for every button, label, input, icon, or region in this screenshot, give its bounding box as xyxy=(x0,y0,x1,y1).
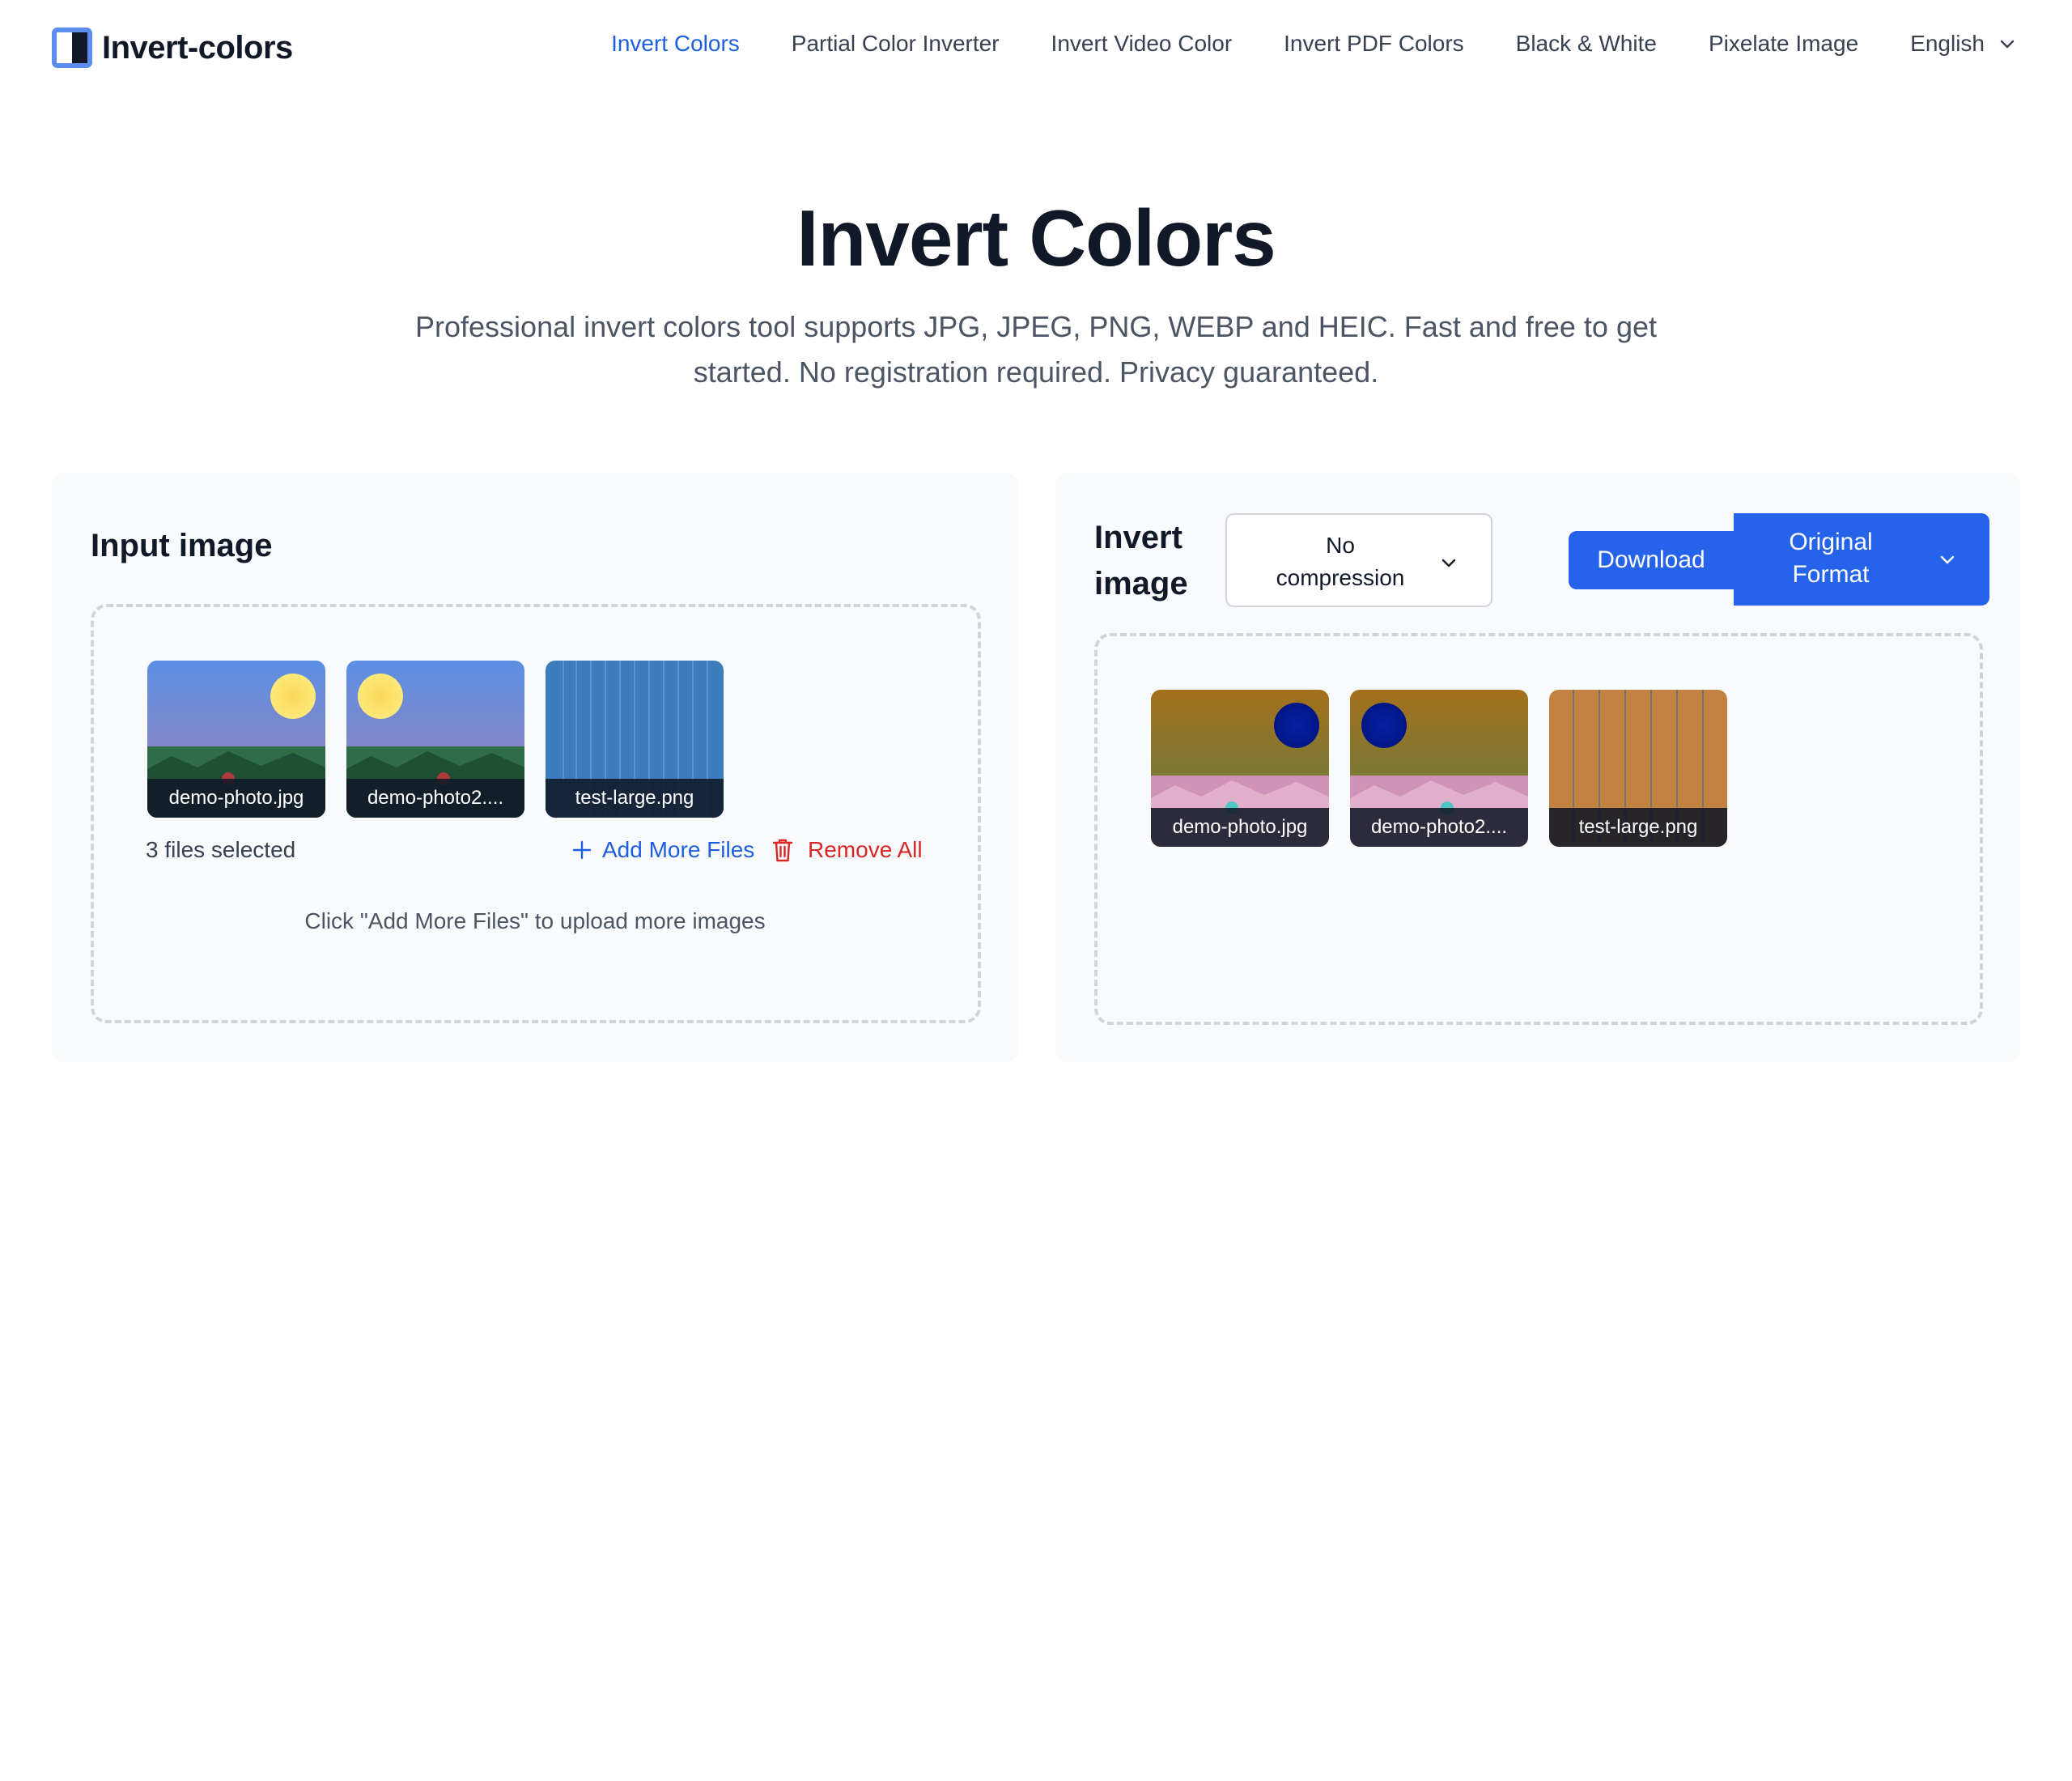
output-thumbnail[interactable]: demo-photo2.... xyxy=(1350,690,1528,847)
remove-all-button[interactable]: Remove All xyxy=(771,835,923,865)
nav-partial-color-inverter[interactable]: Partial Color Inverter xyxy=(792,31,1000,57)
plus-icon xyxy=(572,840,592,860)
output-panel-title-line1: Invert xyxy=(1094,520,1182,555)
trash-icon xyxy=(772,839,793,862)
nav-invert-pdf-colors[interactable]: Invert PDF Colors xyxy=(1284,31,1464,57)
chevron-down-icon xyxy=(2000,40,2015,49)
nav-invert-video-color[interactable]: Invert Video Color xyxy=(1051,31,1233,57)
logo[interactable]: Invert-colors xyxy=(52,28,293,68)
compression-select[interactable]: No compression xyxy=(1225,513,1492,607)
output-panel-title: Invert image xyxy=(1094,515,1188,607)
language-label: English xyxy=(1910,31,1985,56)
input-thumbnail[interactable]: demo-photo2.... xyxy=(346,661,524,818)
nav-pixelate-image[interactable]: Pixelate Image xyxy=(1709,31,1858,57)
page-subtitle: Professional invert colors tool supports… xyxy=(415,310,1657,389)
thumbnail-filename: demo-photo2.... xyxy=(346,779,524,818)
nav-black-and-white[interactable]: Black & White xyxy=(1516,31,1657,57)
add-more-files-button[interactable]: Add More Files xyxy=(571,835,754,865)
output-panel-title-line2: image xyxy=(1094,566,1188,601)
chevron-down-icon xyxy=(1940,555,1955,564)
input-thumbnail[interactable]: demo-photo.jpg xyxy=(147,661,325,818)
format-value-line1: Original xyxy=(1789,529,1873,555)
format-select[interactable]: Original Format xyxy=(1734,513,1989,606)
format-value: Original Format xyxy=(1774,526,1887,591)
half-filled-square-icon xyxy=(52,28,92,68)
thumbnail-filename: test-large.png xyxy=(546,779,724,818)
thumbnail-filename: demo-photo.jpg xyxy=(1151,808,1329,847)
logo-text: Invert-colors xyxy=(102,29,293,66)
thumbnail-filename: demo-photo.jpg xyxy=(147,779,325,818)
download-button[interactable]: Download xyxy=(1569,531,1734,589)
chevron-down-icon xyxy=(1441,559,1456,567)
compression-value-line2: compression xyxy=(1276,565,1405,590)
page-title: Invert Colors xyxy=(796,193,1276,283)
upload-hint: Click "Add More Files" to upload more im… xyxy=(304,908,766,933)
format-value-line2: Format xyxy=(1792,561,1870,588)
output-thumbnail[interactable]: demo-photo.jpg xyxy=(1151,690,1329,847)
site-header: Invert-colors Invert Colors Partial Colo… xyxy=(0,0,2072,97)
language-selector[interactable]: English xyxy=(1910,31,2017,57)
files-selected-count: 3 files selected xyxy=(146,837,296,862)
input-panel-title: Input image xyxy=(91,528,273,563)
nav-invert-colors[interactable]: Invert Colors xyxy=(611,31,740,57)
thumbnail-filename: demo-photo2.... xyxy=(1350,808,1528,847)
thumbnail-filename: test-large.png xyxy=(1549,808,1727,847)
compression-value-line1: No xyxy=(1326,533,1355,558)
output-panel: Invert image No compression Download Ori… xyxy=(1055,473,2020,1062)
input-thumbnail[interactable]: test-large.png xyxy=(546,661,724,818)
add-more-files-label: Add More Files xyxy=(602,837,755,862)
remove-all-label: Remove All xyxy=(808,837,923,862)
main-nav: Invert Colors Partial Color Inverter Inv… xyxy=(611,31,2017,57)
compression-value: No compression xyxy=(1259,529,1421,594)
output-thumbnail[interactable]: test-large.png xyxy=(1549,690,1727,847)
input-panel: Input image demo-photo.jpg demo-photo2..… xyxy=(52,473,1018,1062)
